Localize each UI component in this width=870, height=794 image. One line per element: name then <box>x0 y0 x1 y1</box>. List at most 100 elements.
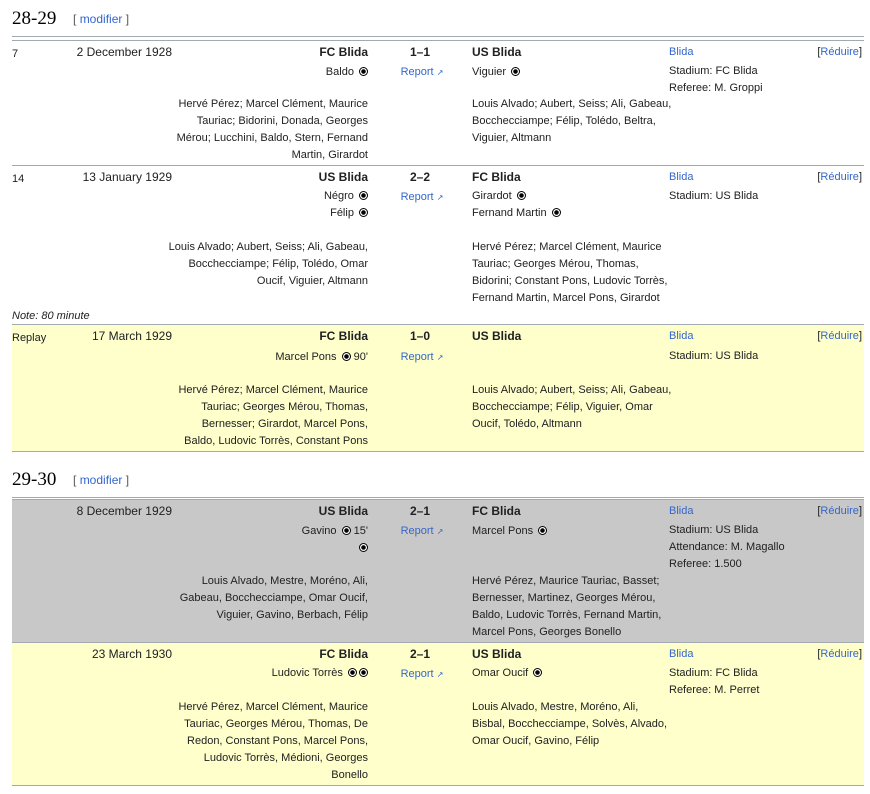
match-row: 8 December 1929 US Blida 2–1 FC Blida Bl… <box>12 499 864 642</box>
match-location: Blida <box>669 505 693 517</box>
home-lineup: Hervé Pérez, Marcel Clément, Maurice Tau… <box>178 701 368 781</box>
football-icon <box>341 526 351 535</box>
match-round: Replay <box>12 332 47 344</box>
collapse-link[interactable]: Réduire <box>820 648 859 660</box>
section-title: 29-30 <box>12 469 57 490</box>
location-link[interactable]: Blida <box>669 648 693 660</box>
away-scorers: Omar Oucif <box>472 665 662 682</box>
football-icon <box>538 526 548 535</box>
football-icon <box>511 67 521 76</box>
external-link-icon: ↗ <box>436 353 444 362</box>
collapse-link[interactable]: Réduire <box>820 46 859 58</box>
match-score: 2–1 <box>409 647 431 661</box>
scorer: Félip <box>168 205 368 222</box>
match-row: 23 March 1930 FC Blida 2–1 US Blida Blid… <box>12 642 864 786</box>
match-location: Blida <box>669 648 693 660</box>
collapse-link[interactable]: Réduire <box>820 330 859 342</box>
external-link-icon: ↗ <box>436 193 444 202</box>
scorer: Viguier <box>472 64 662 81</box>
home-team: US Blida <box>318 170 368 184</box>
collapse-link[interactable]: Réduire <box>820 171 859 183</box>
report-link[interactable]: Report <box>401 668 434 680</box>
report-link[interactable]: Report <box>401 525 434 537</box>
football-icon <box>359 191 368 200</box>
home-team: FC Blida <box>319 329 368 343</box>
location-link[interactable]: Blida <box>669 171 693 183</box>
away-lineup: Louis Alvado, Mestre, Moréno, Ali, Bisba… <box>472 701 668 747</box>
external-link-icon: ↗ <box>436 670 444 679</box>
home-lineup: Hervé Pérez; Marcel Clément, Maurice Tau… <box>176 98 368 161</box>
section-edit: [ modifier ] <box>73 12 130 26</box>
edit-link[interactable]: modifier <box>80 12 123 26</box>
collapse-toggle: [Réduire] <box>817 648 862 660</box>
section-heading: 29-30 [ modifier ] <box>12 469 864 498</box>
match-info: Stadium: US Blida Attendance: M. Magallo… <box>669 524 785 570</box>
match-location: Blida <box>669 46 693 58</box>
collapse-toggle: [Réduire] <box>817 46 862 58</box>
match-date: 8 December 1929 <box>76 504 172 518</box>
home-scorers: Négro Félip <box>168 188 368 222</box>
scorer: Girardot <box>472 188 662 205</box>
match-date: 13 January 1929 <box>82 170 172 184</box>
edit-link[interactable]: modifier <box>80 473 123 487</box>
report: Report ↗ <box>399 525 445 537</box>
home-team: FC Blida <box>319 45 368 59</box>
collapse-toggle: [Réduire] <box>817 330 862 342</box>
away-scorers: Viguier <box>472 64 662 81</box>
match-round: 7 <box>12 48 19 60</box>
football-icon <box>359 208 368 217</box>
match-row: Replay 17 March 1929 FC Blida 1–0 US Bli… <box>12 324 864 452</box>
match-date: 2 December 1928 <box>76 45 172 59</box>
football-icon <box>533 668 543 677</box>
home-team: FC Blida <box>319 647 368 661</box>
location-link[interactable]: Blida <box>669 330 693 342</box>
external-link-icon: ↗ <box>436 68 444 77</box>
home-scorers: Ludovic Torrès <box>168 665 368 682</box>
match-round: 14 <box>12 173 25 185</box>
away-team: FC Blida <box>472 170 521 184</box>
away-lineup: Hervé Pérez, Maurice Tauriac, Basset; Be… <box>472 575 662 638</box>
home-scorers: Baldo <box>168 64 368 81</box>
match-score: 1–0 <box>409 329 431 343</box>
section-heading: 28-29 [ modifier ] <box>12 8 864 37</box>
football-icon <box>359 543 368 552</box>
match-info: Stadium: FC Blida Referee: M. Perret <box>669 667 760 696</box>
home-lineup: Hervé Pérez; Marcel Clément, Maurice Tau… <box>178 384 368 447</box>
scorer: Négro <box>168 188 368 205</box>
location-link[interactable]: Blida <box>669 505 693 517</box>
scorer: Fernand Martin <box>472 205 662 222</box>
match-score: 2–2 <box>409 170 431 184</box>
report-link[interactable]: Report <box>401 66 434 78</box>
football-icon <box>516 191 526 200</box>
match-info: Stadium: FC Blida Referee: M. Groppi <box>669 65 763 94</box>
report: Report ↗ <box>399 668 445 680</box>
away-lineup: Hervé Pérez; Marcel Clément, Maurice Tau… <box>472 241 668 304</box>
external-link-icon: ↗ <box>436 527 444 536</box>
away-lineup: Louis Alvado; Aubert, Seiss; Ali, Gabeau… <box>472 98 672 144</box>
collapse-link[interactable]: Réduire <box>820 505 859 517</box>
report-link[interactable]: Report <box>401 191 434 203</box>
away-team: US Blida <box>472 647 522 661</box>
away-scorers: Girardot Fernand Martin <box>472 188 662 222</box>
football-icon <box>551 208 561 217</box>
match-row: 14 13 January 1929 US Blida 2–2 FC Blida… <box>12 165 864 324</box>
match-location: Blida <box>669 171 693 183</box>
football-icon <box>359 67 368 76</box>
section-title: 28-29 <box>12 8 57 29</box>
match-location: Blida <box>669 330 693 342</box>
away-lineup: Louis Alvado; Aubert, Seiss; Ali, Gabeau… <box>472 384 672 430</box>
football-icon <box>359 668 368 677</box>
section-edit: [ modifier ] <box>73 473 130 487</box>
match-date: 17 March 1929 <box>91 329 172 343</box>
match-score: 1–1 <box>409 45 431 59</box>
location-link[interactable]: Blida <box>669 46 693 58</box>
scorer: Baldo <box>168 64 368 81</box>
report-link[interactable]: Report <box>401 351 434 363</box>
match-info: Stadium: US Blida <box>669 190 759 202</box>
collapse-toggle: [Réduire] <box>817 171 862 183</box>
scorer: Gavino 15' <box>301 525 368 537</box>
home-scorers: Marcel Pons 90' <box>168 349 368 366</box>
home-team: US Blida <box>318 504 368 518</box>
match-row: 7 2 December 1928 FC Blida 1–1 US Blida … <box>12 40 864 165</box>
football-icon <box>341 352 351 361</box>
